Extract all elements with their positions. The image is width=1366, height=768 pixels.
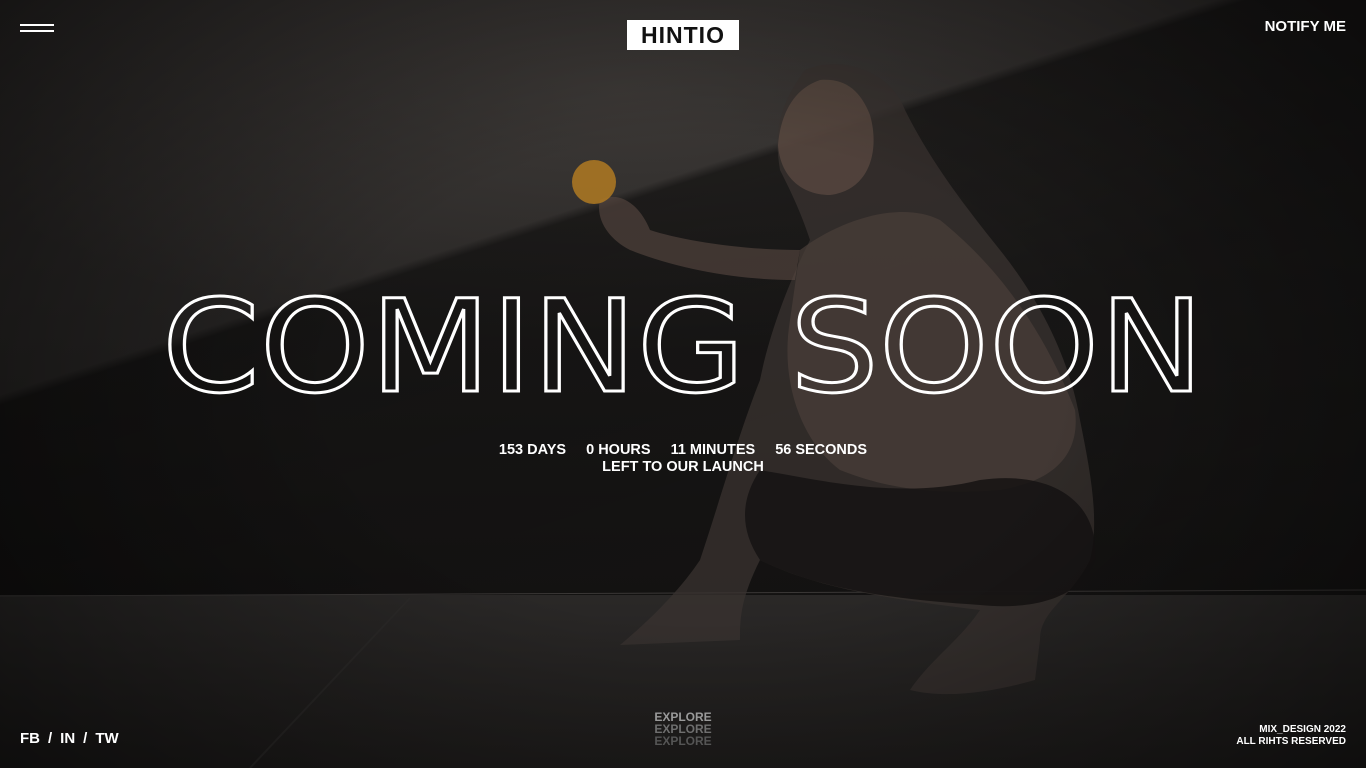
- countdown-minutes: 11 MINUTES: [670, 442, 756, 458]
- notify-me-link[interactable]: NOTIFY ME: [1265, 18, 1346, 35]
- explore-label-echo: EXPLORE: [654, 734, 712, 748]
- coming-soon-headline: COMING SOON: [0, 262, 1366, 423]
- explore-scroll-button[interactable]: EXPLORE EXPLORE EXPLORE: [0, 711, 1366, 747]
- headline-text: COMING SOON: [162, 273, 1204, 422]
- countdown-hours: 0 HOURS: [586, 442, 651, 458]
- countdown-caption: LEFT TO OUR LAUNCH: [602, 459, 764, 475]
- footer-credit: MIX_DESIGN 2022: [1259, 724, 1346, 735]
- countdown: 153 DAYS 0 HOURS 11 MINUTES 56 SECONDS L…: [0, 442, 1366, 475]
- menu-button[interactable]: [20, 22, 54, 34]
- footer-credits: MIX_DESIGN 2022 ALL RIHTS RESERVED: [1236, 724, 1346, 748]
- countdown-seconds: 56 SECONDS: [775, 442, 868, 458]
- countdown-days: 153 DAYS: [498, 442, 567, 458]
- hamburger-menu-icon-line: [20, 30, 54, 32]
- hamburger-menu-icon: [20, 24, 54, 26]
- brand-logo[interactable]: HINTIO: [627, 20, 739, 50]
- footer-rights: ALL RIHTS RESERVED: [1236, 736, 1346, 747]
